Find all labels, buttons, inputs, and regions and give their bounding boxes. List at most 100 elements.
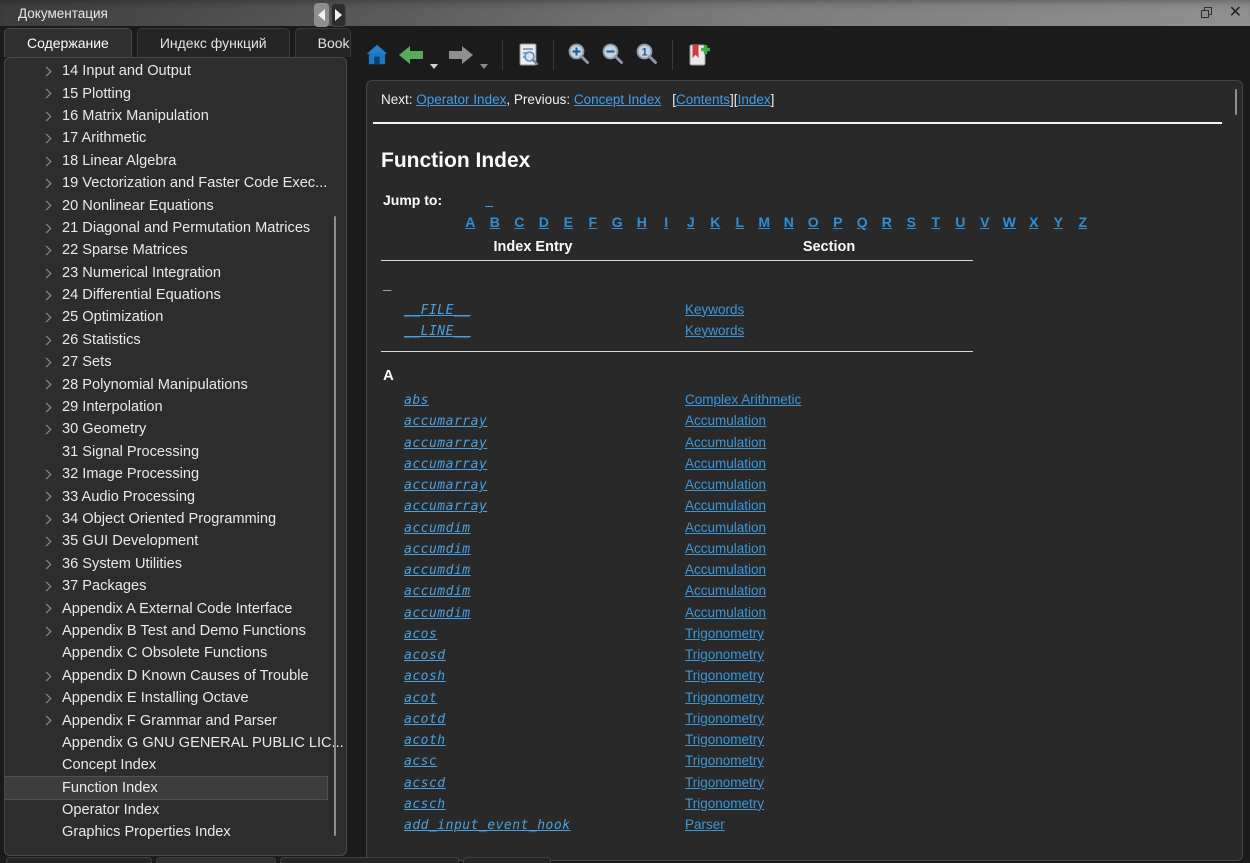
section-link[interactable]: Accumulation	[685, 605, 766, 620]
sidebar-item-appendix-e-installing-octave[interactable]: Appendix E Installing Octave	[5, 687, 346, 709]
chevron-right-icon[interactable]	[42, 290, 52, 300]
jump-letter-u[interactable]: U	[948, 214, 973, 230]
sidebar-item-concept-index[interactable]: Concept Index	[5, 754, 346, 776]
chevron-right-icon[interactable]	[42, 380, 52, 390]
jump-letter-o[interactable]: O	[801, 214, 826, 230]
nav-contents-link[interactable]: Contents	[676, 92, 730, 107]
jump-letter-h[interactable]: H	[630, 214, 655, 230]
section-link[interactable]: Trigonometry	[685, 647, 764, 662]
chevron-right-icon[interactable]	[42, 111, 52, 121]
section-link[interactable]: Keywords	[685, 302, 744, 317]
section-link[interactable]: Complex Arithmetic	[685, 392, 801, 407]
jump-letter-p[interactable]: P	[826, 214, 851, 230]
jump-letter-x[interactable]: X	[1022, 214, 1047, 230]
sidebar-item-33-audio-processing[interactable]: 33 Audio Processing	[5, 485, 346, 507]
tab-function-index[interactable]: Индекс функций	[137, 28, 290, 57]
sidebar-item-34-object-oriented-programming[interactable]: 34 Object Oriented Programming	[5, 508, 346, 530]
nav-index-link[interactable]: Index	[738, 92, 771, 107]
sidebar-item-14-input-and-output[interactable]: 14 Input and Output	[5, 60, 346, 82]
chevron-right-icon[interactable]	[42, 335, 52, 345]
section-link[interactable]: Keywords	[685, 323, 744, 338]
section-link[interactable]: Trigonometry	[685, 732, 764, 747]
function-link[interactable]: abs	[404, 393, 429, 408]
jump-letter-k[interactable]: K	[703, 214, 728, 230]
section-link[interactable]: Accumulation	[685, 435, 766, 450]
add-bookmark-icon[interactable]	[681, 38, 715, 72]
chevron-right-icon[interactable]	[42, 559, 52, 569]
partial-button[interactable]	[6, 857, 152, 863]
sidebar-item-18-linear-algebra[interactable]: 18 Linear Algebra	[5, 150, 346, 172]
sidebar-item-26-statistics[interactable]: 26 Statistics	[5, 329, 346, 351]
doc-scrollbar[interactable]	[1235, 89, 1237, 115]
function-link[interactable]: acosd	[404, 648, 446, 663]
function-link[interactable]: acos	[404, 627, 437, 642]
chevron-right-icon[interactable]	[42, 201, 52, 211]
jump-letter-w[interactable]: W	[997, 214, 1022, 230]
function-link[interactable]: accumdim	[404, 521, 471, 536]
section-link[interactable]: Accumulation	[685, 498, 766, 513]
function-link[interactable]: accumdim	[404, 606, 471, 621]
chevron-right-icon[interactable]	[42, 470, 52, 480]
sidebar-item-25-optimization[interactable]: 25 Optimization	[5, 306, 346, 328]
sidebar-item-35-gui-development[interactable]: 35 GUI Development	[5, 530, 346, 552]
jump-letter-r[interactable]: R	[875, 214, 900, 230]
section-link[interactable]: Trigonometry	[685, 796, 764, 811]
function-link[interactable]: __LINE__	[404, 324, 471, 339]
sidebar-item-appendix-c-obsolete-functions[interactable]: Appendix C Obsolete Functions	[5, 642, 346, 664]
close-window-icon[interactable]: ✕	[1229, 0, 1242, 26]
function-link[interactable]: accumarray	[404, 478, 487, 493]
sidebar-item-31-signal-processing[interactable]: 31 Signal Processing	[5, 441, 346, 463]
jump-letter-t[interactable]: T	[924, 214, 949, 230]
section-link[interactable]: Parser	[685, 817, 725, 832]
function-link[interactable]: acsch	[404, 797, 446, 812]
sidebar-item-36-system-utilities[interactable]: 36 System Utilities	[5, 553, 346, 575]
zoom-in-icon[interactable]	[562, 38, 596, 72]
jump-letter-j[interactable]: J	[679, 214, 704, 230]
section-link[interactable]: Accumulation	[685, 477, 766, 492]
sidebar-item-24-differential-equations[interactable]: 24 Differential Equations	[5, 284, 346, 306]
chevron-right-icon[interactable]	[42, 358, 52, 368]
function-link[interactable]: accumarray	[404, 414, 487, 429]
sidebar-item-27-sets[interactable]: 27 Sets	[5, 351, 346, 373]
jump-letter-s[interactable]: S	[899, 214, 924, 230]
sidebar-item-32-image-processing[interactable]: 32 Image Processing	[5, 463, 346, 485]
section-link[interactable]: Accumulation	[685, 541, 766, 556]
sidebar-item-operator-index[interactable]: Operator Index	[5, 799, 346, 821]
zoom-original-icon[interactable]: 1	[630, 38, 664, 72]
section-link[interactable]: Trigonometry	[685, 626, 764, 641]
chevron-right-icon[interactable]	[42, 582, 52, 592]
jump-letter-y[interactable]: Y	[1046, 214, 1071, 230]
jump-letter-b[interactable]: B	[483, 214, 508, 230]
function-link[interactable]: acsc	[404, 754, 437, 769]
home-icon[interactable]	[360, 38, 394, 72]
chevron-right-icon[interactable]	[42, 268, 52, 278]
function-link[interactable]: add_input_event_hook	[404, 818, 571, 833]
zoom-out-icon[interactable]	[596, 38, 630, 72]
tab-scroll-right-icon[interactable]	[331, 3, 346, 27]
nav-next-link[interactable]: Operator Index	[416, 92, 506, 107]
section-link[interactable]: Trigonometry	[685, 668, 764, 683]
chevron-right-icon[interactable]	[42, 156, 52, 166]
section-link[interactable]: Trigonometry	[685, 753, 764, 768]
tab-scroll-left-icon[interactable]	[314, 3, 329, 27]
sidebar-item-appendix-d-known-causes-of-trouble[interactable]: Appendix D Known Causes of Trouble	[5, 665, 346, 687]
sidebar-item-22-sparse-matrices[interactable]: 22 Sparse Matrices	[5, 239, 346, 261]
chevron-right-icon[interactable]	[42, 514, 52, 524]
jump-letter-e[interactable]: E	[556, 214, 581, 230]
section-link[interactable]: Accumulation	[685, 456, 766, 471]
forward-history-caret-icon[interactable]	[480, 64, 488, 69]
chevron-right-icon[interactable]	[42, 67, 52, 77]
jump-letter-q[interactable]: Q	[850, 214, 875, 230]
sidebar-scrollbar[interactable]	[334, 216, 336, 836]
find-in-page-icon[interactable]	[511, 38, 545, 72]
function-link[interactable]: acosh	[404, 669, 446, 684]
jump-letter-i[interactable]: I	[654, 214, 679, 230]
chevron-right-icon[interactable]	[42, 492, 52, 502]
section-link[interactable]: Accumulation	[685, 562, 766, 577]
function-link[interactable]: accumdim	[404, 542, 471, 557]
forward-arrow-icon[interactable]	[444, 38, 478, 72]
partial-button[interactable]	[156, 857, 276, 863]
sidebar-item-graphics-properties-index[interactable]: Graphics Properties Index	[5, 821, 346, 843]
jump-letter-d[interactable]: D	[532, 214, 557, 230]
function-link[interactable]: acotd	[404, 712, 446, 727]
